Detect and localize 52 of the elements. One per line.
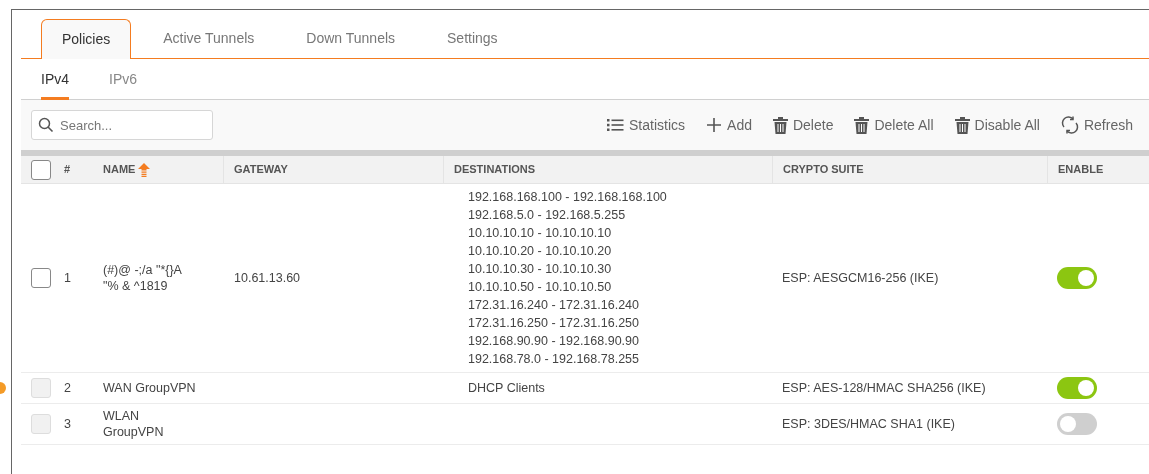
sort-arrow-icon[interactable] [138,162,151,177]
toolbar-button[interactable]: Add [706,114,752,136]
search-field[interactable]: Search... [31,110,213,140]
list-icon [607,118,625,132]
crypto-suite: ESP: 3DES/HMAC SHA1 (IKE) [782,416,955,431]
column-header[interactable]: NAME [103,161,136,178]
toggle-switch[interactable] [1057,377,1097,399]
destination-range: 10.10.10.10 - 10.10.10.10 [468,225,613,242]
tab[interactable]: Active Tunnels [143,18,275,58]
row-number: 2 [64,379,71,397]
policy-name: WAN GroupVPN [103,380,197,396]
gateway-address: 10.61.13.60 [234,270,301,285]
toolbar-button[interactable]: Delete [772,114,834,136]
tab[interactable]: Down Tunnels [286,18,416,58]
toolbar-button[interactable]: Statistics [607,114,686,136]
destination-range: 10.10.10.20 - 10.10.10.20 [468,243,613,260]
column-header[interactable]: # [64,161,71,178]
checkbox[interactable] [31,268,51,288]
toggle-switch[interactable] [1057,267,1097,289]
destination-range: 192.168.168.100 - 192.168.168.100 [468,189,668,206]
destination-range: 192.168.5.0 - 192.168.5.255 [468,207,627,224]
column-header[interactable]: GATEWAY [234,161,288,178]
tab[interactable]: Policies [41,19,132,59]
refresh-icon [1060,116,1079,134]
destination-range: 172.31.16.250 - 172.31.16.250 [468,315,640,332]
destination-range: DHCP Clients [468,380,546,397]
column-header[interactable]: DESTINATIONS [454,161,536,178]
destination-range: 192.168.78.0 - 192.168.78.255 [468,351,640,368]
destination-range: 10.10.10.30 - 10.10.10.30 [468,261,613,278]
search-icon [38,117,54,133]
column-header[interactable]: CRYPTO SUITE [783,161,864,178]
policy-name: WLAN GroupVPN [103,408,165,440]
row-number: 1 [64,269,71,287]
destination-range: 172.31.16.240 - 172.31.16.240 [468,297,640,314]
trash-icon [854,116,870,134]
subtab[interactable]: IPv6 [109,59,138,100]
trash-icon [954,116,970,134]
destination-range: 192.168.90.90 - 192.168.90.90 [468,333,640,350]
trash-icon [772,116,788,134]
row-number: 3 [64,415,71,433]
toolbar-button[interactable]: Delete All [854,114,934,136]
destination-range: 10.10.10.50 - 10.10.10.50 [468,279,613,296]
crypto-suite: ESP: AESGCM16-256 (IKE) [782,270,939,285]
policy-name: (#)@ -;/a "*{}A "% & ^1819 [103,262,183,294]
tab[interactable]: Settings [427,18,518,58]
checkbox[interactable] [31,159,51,180]
column-header[interactable]: ENABLE [1058,161,1104,178]
crypto-suite: ESP: AES-128/HMAC SHA256 (IKE) [782,380,986,395]
plus-icon [706,117,723,133]
toolbar-button[interactable]: Disable All [954,114,1040,136]
toggle-switch[interactable] [1057,413,1097,435]
toolbar-button[interactable]: Refresh [1060,114,1133,136]
